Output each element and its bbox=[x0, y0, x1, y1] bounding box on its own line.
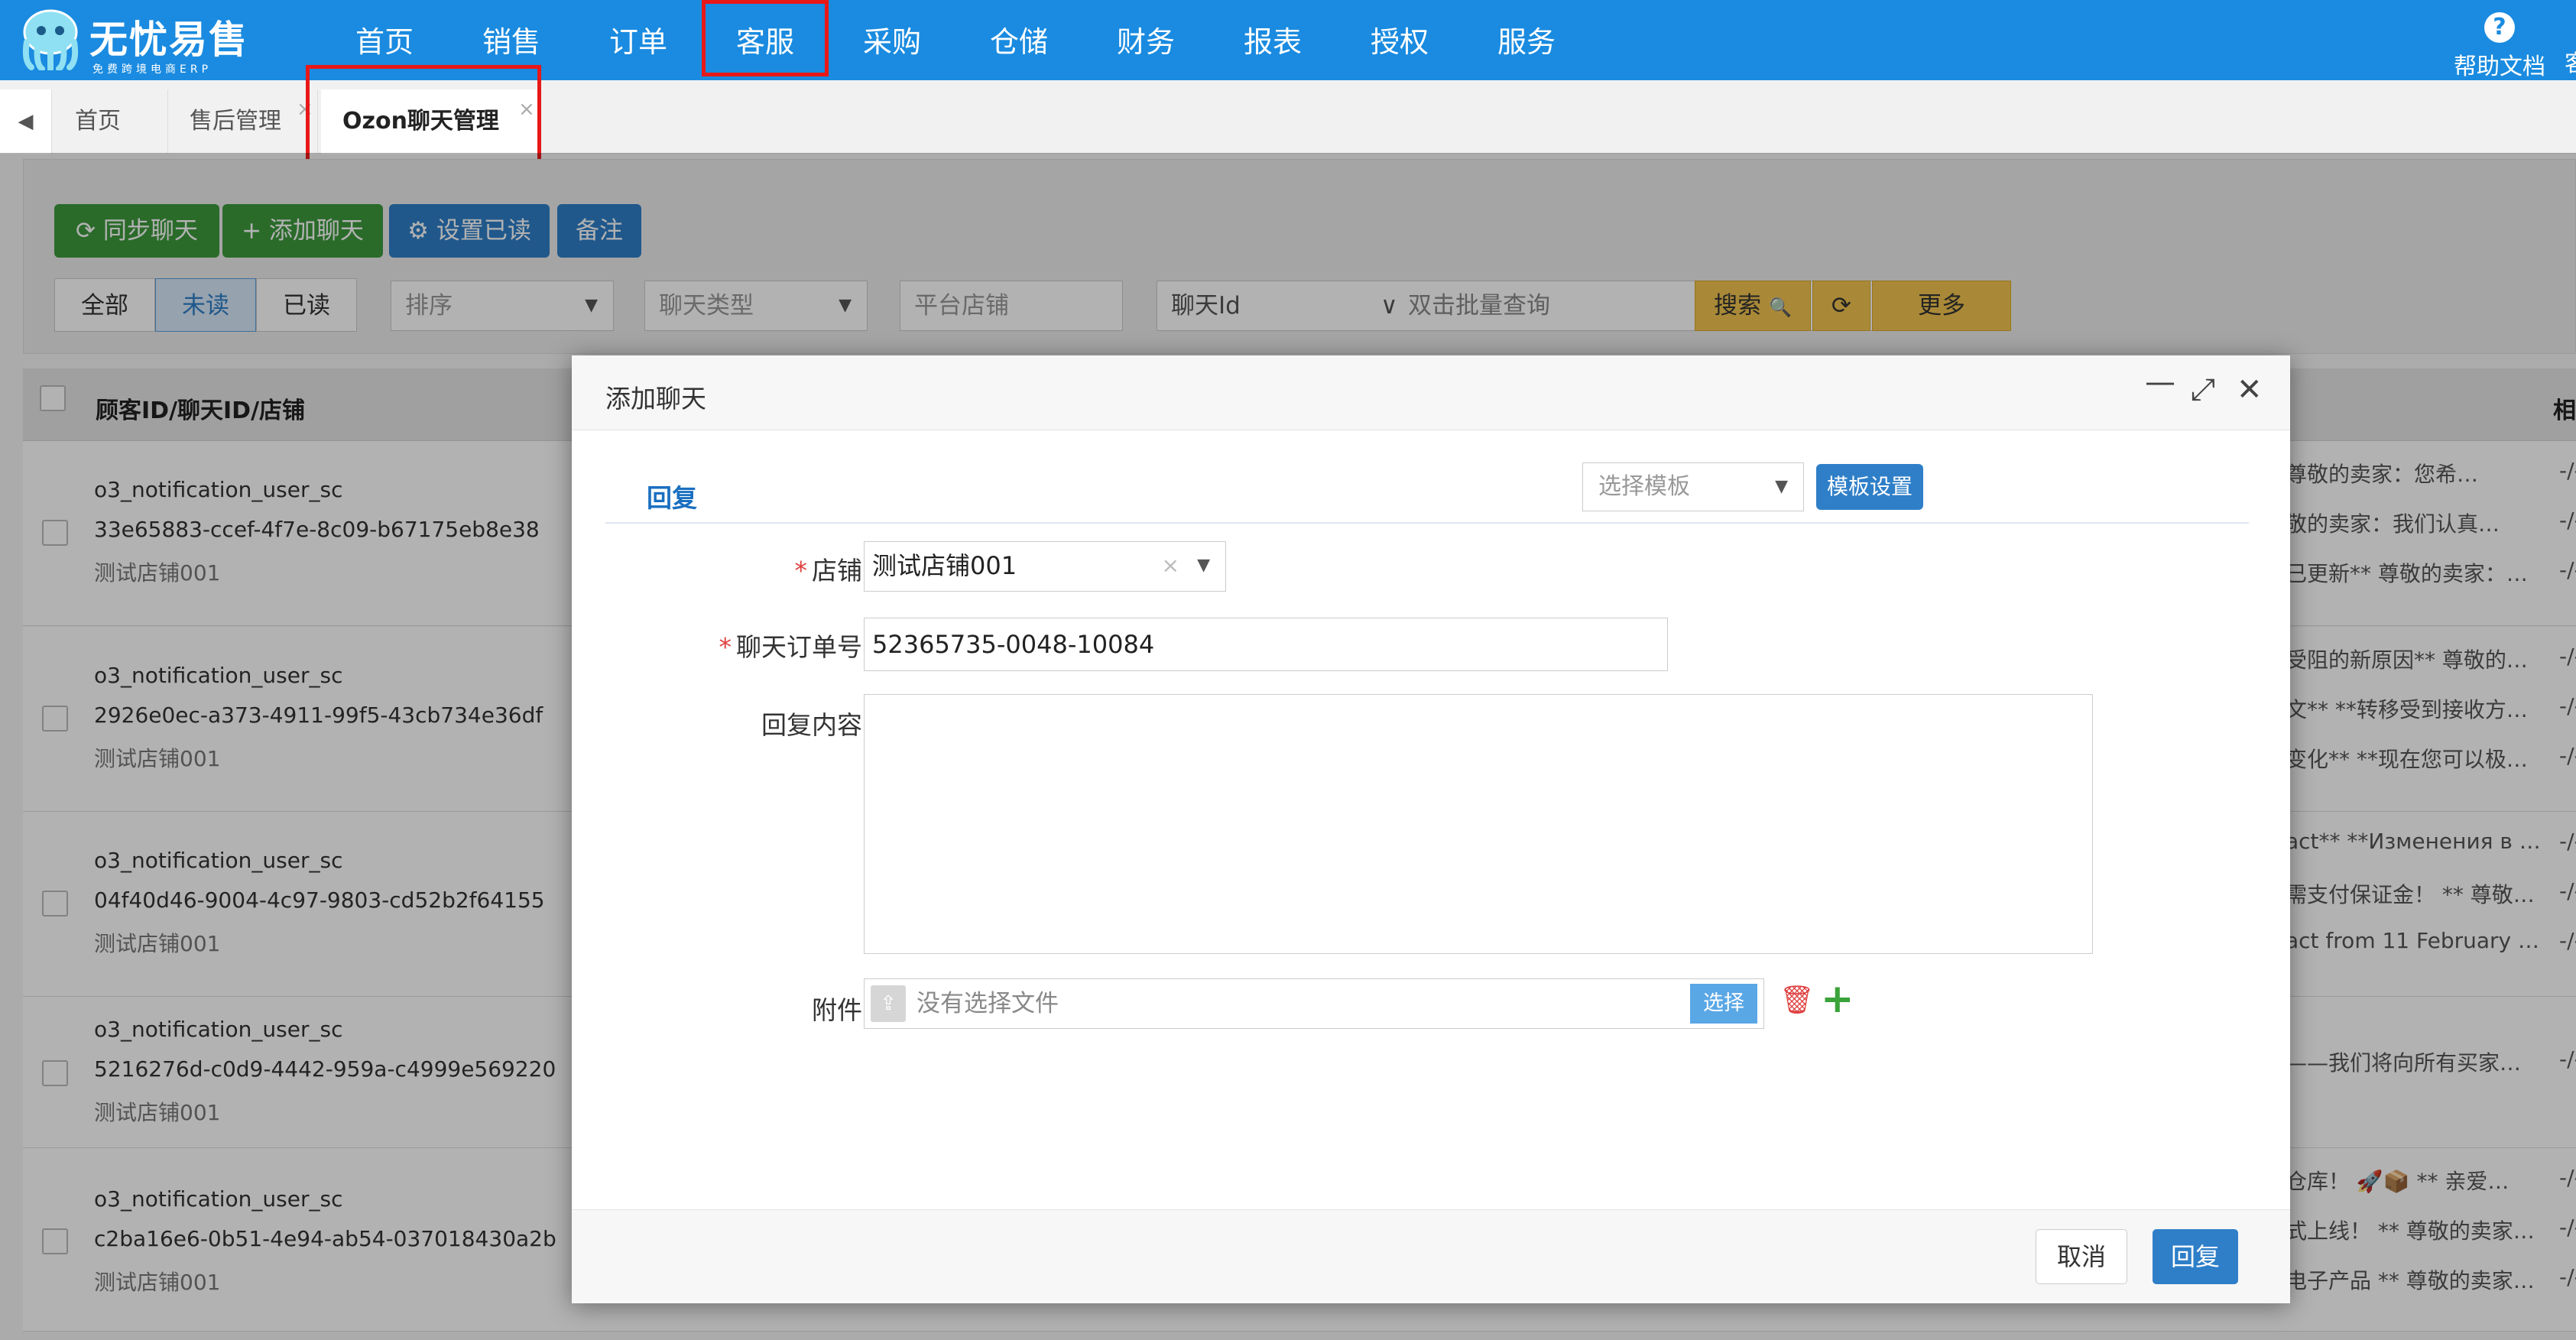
file-picker[interactable]: ⇪ 没有选择文件 选择 bbox=[864, 978, 1764, 1029]
tab-home[interactable]: 首页 bbox=[54, 89, 168, 154]
nav-orders[interactable]: 订单 bbox=[575, 0, 702, 80]
nav-finance[interactable]: 财务 bbox=[1082, 0, 1209, 80]
template-placeholder: 选择模板 bbox=[1598, 473, 1690, 500]
tab-label: 首页 bbox=[75, 108, 121, 135]
trash-icon[interactable]: 🗑 bbox=[1780, 984, 1815, 1016]
help-docs-link[interactable]: ? 帮助文档 bbox=[2442, 6, 2557, 81]
reply-button[interactable]: 回复 bbox=[2153, 1229, 2238, 1284]
dialog-title: 添加聊天 bbox=[605, 384, 706, 414]
order-number-label: * 聊天订单号 bbox=[618, 627, 863, 664]
nav-services[interactable]: 服务 bbox=[1463, 0, 1590, 80]
required-mark: * bbox=[794, 556, 808, 586]
section-divider bbox=[605, 522, 2249, 524]
maximize-icon[interactable]: ⤢ bbox=[2191, 372, 2215, 407]
help-icon: ? bbox=[2484, 12, 2515, 43]
add-attachment-icon[interactable]: + bbox=[1821, 976, 1854, 1022]
store-value: 测试店铺001 bbox=[872, 551, 1017, 580]
tab-scroll-left-icon[interactable]: ◀ bbox=[0, 89, 52, 154]
logo-subtitle: 免费跨境电商ERP bbox=[92, 63, 213, 76]
upload-icon: ⇪ bbox=[871, 985, 906, 1022]
nav-warehouse[interactable]: 仓储 bbox=[955, 0, 1082, 80]
choose-file-button[interactable]: 选择 bbox=[1690, 984, 1757, 1024]
nav-reports[interactable]: 报表 bbox=[1209, 0, 1336, 80]
logo[interactable]: 无忧易售 免费跨境电商ERP bbox=[19, 8, 271, 76]
required-mark: * bbox=[719, 632, 732, 662]
cancel-button[interactable]: 取消 bbox=[2036, 1229, 2127, 1284]
nav-purchase[interactable]: 采购 bbox=[829, 0, 955, 80]
store-label: * 店铺 bbox=[618, 550, 863, 587]
minimize-icon[interactable]: — bbox=[2145, 365, 2175, 400]
octopus-logo-icon bbox=[22, 9, 79, 70]
logo-title: 无忧易售 bbox=[89, 18, 248, 62]
attachment-label: 附件 bbox=[812, 995, 862, 1025]
label-text: 聊天订单号 bbox=[736, 632, 862, 662]
tab-label: 售后管理 bbox=[190, 108, 281, 135]
tab-after-sales[interactable]: 售后管理 × bbox=[168, 89, 318, 154]
clear-icon[interactable]: × bbox=[1162, 542, 1179, 589]
template-settings-button[interactable]: 模板设置 bbox=[1816, 464, 1923, 510]
close-icon[interactable]: ✕ bbox=[2237, 372, 2263, 407]
tab-highlight-box bbox=[306, 65, 541, 167]
dialog-footer: 取消 回复 bbox=[572, 1209, 2290, 1303]
reply-content-textarea[interactable] bbox=[864, 694, 2093, 954]
caret-down-icon: ▼ bbox=[1775, 477, 1788, 496]
file-placeholder: 没有选择文件 bbox=[917, 990, 1059, 1017]
reply-content-label: 回复内容 bbox=[761, 710, 862, 740]
dialog-header: 添加聊天 — ⤢ ✕ bbox=[572, 355, 2290, 430]
tab-reply[interactable]: 回复 bbox=[647, 478, 697, 514]
help-label: 帮助文档 bbox=[2454, 54, 2545, 80]
add-chat-dialog: 添加聊天 — ⤢ ✕ 回复 选择模板 ▼ 模板设置 * 店铺 测试店铺001 × ▼… bbox=[572, 355, 2290, 1303]
label-text: 店铺 bbox=[812, 556, 862, 586]
header-extra-link[interactable]: 客 bbox=[2565, 44, 2576, 78]
store-select[interactable]: 测试店铺001 × ▼ bbox=[864, 541, 1226, 592]
caret-down-icon: ▼ bbox=[1197, 556, 1210, 575]
nav-customer-service[interactable]: 客服 bbox=[702, 0, 829, 76]
nav-authorization[interactable]: 授权 bbox=[1336, 0, 1463, 80]
template-select[interactable]: 选择模板 ▼ bbox=[1582, 462, 1804, 511]
order-number-input[interactable]: 52365735-0048-10084 bbox=[864, 618, 1668, 671]
